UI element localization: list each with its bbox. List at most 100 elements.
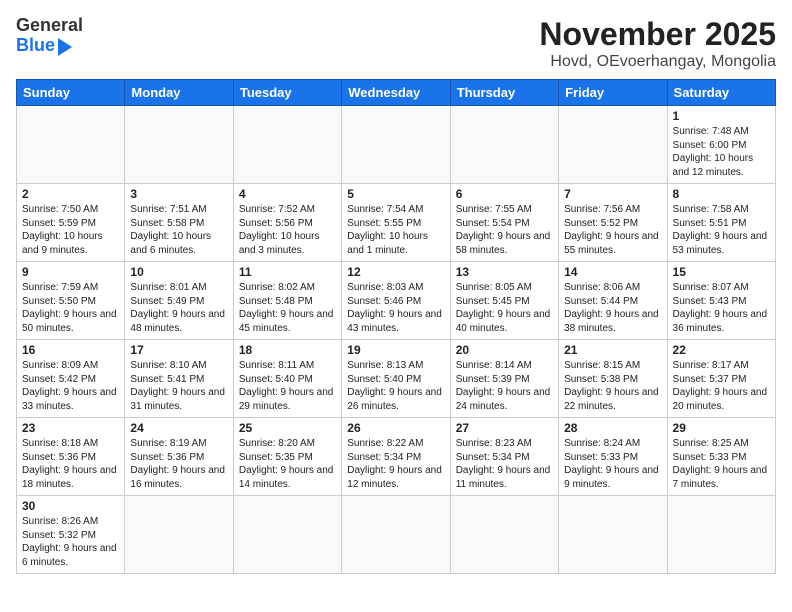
cell-date-number: 23	[22, 421, 119, 435]
calendar-subtitle: Hovd, OEvoerhangay, Mongolia	[539, 53, 776, 71]
calendar-cell: 26Sunrise: 8:22 AM Sunset: 5:34 PM Dayli…	[342, 418, 450, 496]
calendar-cell: 20Sunrise: 8:14 AM Sunset: 5:39 PM Dayli…	[450, 340, 558, 418]
calendar-cell: 5 Sunrise: 7:54 AM Sunset: 5:55 PM Daylig…	[342, 184, 450, 262]
cell-sun-info: Sunrise: 8:10 AM Sunset: 5:41 PM Dayligh…	[130, 359, 227, 413]
cell-date-number: 13	[456, 265, 553, 279]
weekday-saturday: Saturday	[667, 80, 775, 106]
cell-date-number: 1	[673, 109, 770, 123]
calendar-cell: 16 Sunrise: 8:09 AM Sunset: 5:42 PM Dayli…	[17, 340, 125, 418]
calendar-cell: 23 Sunrise: 8:18 AM Sunset: 5:36 PM Dayli…	[17, 418, 125, 496]
calendar-title: November 2025	[539, 16, 776, 53]
cell-sun-info: Sunrise: 7:54 AM Sunset: 5:55 PM Dayligh…	[347, 203, 444, 257]
weekday-wednesday: Wednesday	[342, 80, 450, 106]
cell-sun-info: Sunrise: 8:15 AM Sunset: 5:38 PM Dayligh…	[564, 359, 661, 413]
cell-sun-info: Sunrise: 8:24 AM Sunset: 5:33 PM Dayligh…	[564, 437, 661, 491]
cell-date-number: 21	[564, 343, 661, 357]
weekday-friday: Friday	[559, 80, 667, 106]
weekday-sunday: Sunday	[17, 80, 125, 106]
calendar-cell: 27 Sunrise: 8:23 AM Sunset: 5:34 PM Dayli…	[450, 418, 558, 496]
calendar-cell: 15Sunrise: 8:07 AM Sunset: 5:43 PM Dayli…	[667, 262, 775, 340]
cell-date-number: 28	[564, 421, 661, 435]
cell-date-number: 8	[673, 187, 770, 201]
logo: General Blue	[16, 16, 83, 56]
cell-date-number: 19	[347, 343, 444, 357]
calendar-cell	[559, 496, 667, 574]
cell-sun-info: Sunrise: 8:25 AM Sunset: 5:33 PM Dayligh…	[673, 437, 770, 491]
cell-date-number: 6	[456, 187, 553, 201]
cell-date-number: 11	[239, 265, 336, 279]
cell-sun-info: Sunrise: 8:23 AM Sunset: 5:34 PM Dayligh…	[456, 437, 553, 491]
calendar-cell	[559, 106, 667, 184]
cell-sun-info: Sunrise: 7:48 AM Sunset: 6:00 PM Dayligh…	[673, 125, 770, 179]
cell-date-number: 16	[22, 343, 119, 357]
weekday-tuesday: Tuesday	[233, 80, 341, 106]
calendar-cell: 18 Sunrise: 8:11 AM Sunset: 5:40 PM Dayli…	[233, 340, 341, 418]
cell-sun-info: Sunrise: 8:19 AM Sunset: 5:36 PM Dayligh…	[130, 437, 227, 491]
cell-sun-info: Sunrise: 8:20 AM Sunset: 5:35 PM Dayligh…	[239, 437, 336, 491]
cell-date-number: 10	[130, 265, 227, 279]
cell-sun-info: Sunrise: 8:11 AM Sunset: 5:40 PM Dayligh…	[239, 359, 336, 413]
calendar-cell	[125, 106, 233, 184]
cell-sun-info: Sunrise: 7:56 AM Sunset: 5:52 PM Dayligh…	[564, 203, 661, 257]
week-row-1: 2Sunrise: 7:50 AM Sunset: 5:59 PM Daylig…	[17, 184, 776, 262]
cell-date-number: 5	[347, 187, 444, 201]
calendar-table: SundayMondayTuesdayWednesdayThursdayFrid…	[16, 79, 776, 574]
cell-date-number: 7	[564, 187, 661, 201]
weekday-header-row: SundayMondayTuesdayWednesdayThursdayFrid…	[17, 80, 776, 106]
cell-date-number: 30	[22, 499, 119, 513]
cell-date-number: 29	[673, 421, 770, 435]
cell-sun-info: Sunrise: 8:05 AM Sunset: 5:45 PM Dayligh…	[456, 281, 553, 335]
title-area: November 2025 Hovd, OEvoerhangay, Mongol…	[539, 16, 776, 71]
calendar-cell	[342, 496, 450, 574]
cell-date-number: 18	[239, 343, 336, 357]
cell-sun-info: Sunrise: 7:58 AM Sunset: 5:51 PM Dayligh…	[673, 203, 770, 257]
cell-date-number: 22	[673, 343, 770, 357]
cell-sun-info: Sunrise: 8:18 AM Sunset: 5:36 PM Dayligh…	[22, 437, 119, 491]
calendar-cell: 8 Sunrise: 7:58 AM Sunset: 5:51 PM Daylig…	[667, 184, 775, 262]
calendar-cell: 24 Sunrise: 8:19 AM Sunset: 5:36 PM Dayli…	[125, 418, 233, 496]
weekday-thursday: Thursday	[450, 80, 558, 106]
cell-sun-info: Sunrise: 8:03 AM Sunset: 5:46 PM Dayligh…	[347, 281, 444, 335]
logo-triangle-icon	[58, 38, 72, 56]
calendar-cell: 19Sunrise: 8:13 AM Sunset: 5:40 PM Dayli…	[342, 340, 450, 418]
cell-sun-info: Sunrise: 7:51 AM Sunset: 5:58 PM Dayligh…	[130, 203, 227, 257]
week-row-5: 30Sunrise: 8:26 AM Sunset: 5:32 PM Dayli…	[17, 496, 776, 574]
cell-date-number: 15	[673, 265, 770, 279]
cell-sun-info: Sunrise: 8:09 AM Sunset: 5:42 PM Dayligh…	[22, 359, 119, 413]
calendar-cell: 30Sunrise: 8:26 AM Sunset: 5:32 PM Dayli…	[17, 496, 125, 574]
calendar-cell: 13 Sunrise: 8:05 AM Sunset: 5:45 PM Dayli…	[450, 262, 558, 340]
calendar-cell	[450, 496, 558, 574]
cell-date-number: 27	[456, 421, 553, 435]
calendar-cell	[342, 106, 450, 184]
logo-blue: Blue	[16, 36, 55, 56]
cell-date-number: 14	[564, 265, 661, 279]
cell-date-number: 25	[239, 421, 336, 435]
calendar-cell	[17, 106, 125, 184]
cell-sun-info: Sunrise: 7:52 AM Sunset: 5:56 PM Dayligh…	[239, 203, 336, 257]
header: General Blue November 2025 Hovd, OEvoerh…	[16, 16, 776, 71]
cell-date-number: 24	[130, 421, 227, 435]
cell-date-number: 2	[22, 187, 119, 201]
calendar-cell: 29 Sunrise: 8:25 AM Sunset: 5:33 PM Dayli…	[667, 418, 775, 496]
calendar-cell: 3 Sunrise: 7:51 AM Sunset: 5:58 PM Daylig…	[125, 184, 233, 262]
cell-date-number: 26	[347, 421, 444, 435]
page: General Blue November 2025 Hovd, OEvoerh…	[0, 0, 792, 582]
cell-date-number: 3	[130, 187, 227, 201]
calendar-cell: 2Sunrise: 7:50 AM Sunset: 5:59 PM Daylig…	[17, 184, 125, 262]
week-row-2: 9Sunrise: 7:59 AM Sunset: 5:50 PM Daylig…	[17, 262, 776, 340]
cell-sun-info: Sunrise: 8:17 AM Sunset: 5:37 PM Dayligh…	[673, 359, 770, 413]
calendar-cell: 6Sunrise: 7:55 AM Sunset: 5:54 PM Daylig…	[450, 184, 558, 262]
cell-date-number: 17	[130, 343, 227, 357]
calendar-cell: 21 Sunrise: 8:15 AM Sunset: 5:38 PM Dayli…	[559, 340, 667, 418]
cell-sun-info: Sunrise: 8:02 AM Sunset: 5:48 PM Dayligh…	[239, 281, 336, 335]
calendar-cell: 25 Sunrise: 8:20 AM Sunset: 5:35 PM Dayli…	[233, 418, 341, 496]
cell-date-number: 12	[347, 265, 444, 279]
cell-sun-info: Sunrise: 8:06 AM Sunset: 5:44 PM Dayligh…	[564, 281, 661, 335]
weekday-monday: Monday	[125, 80, 233, 106]
calendar-cell: 14 Sunrise: 8:06 AM Sunset: 5:44 PM Dayli…	[559, 262, 667, 340]
calendar-cell: 9Sunrise: 7:59 AM Sunset: 5:50 PM Daylig…	[17, 262, 125, 340]
cell-sun-info: Sunrise: 8:14 AM Sunset: 5:39 PM Dayligh…	[456, 359, 553, 413]
calendar-cell: 28 Sunrise: 8:24 AM Sunset: 5:33 PM Dayli…	[559, 418, 667, 496]
calendar-cell: 12 Sunrise: 8:03 AM Sunset: 5:46 PM Dayli…	[342, 262, 450, 340]
cell-sun-info: Sunrise: 7:59 AM Sunset: 5:50 PM Dayligh…	[22, 281, 119, 335]
